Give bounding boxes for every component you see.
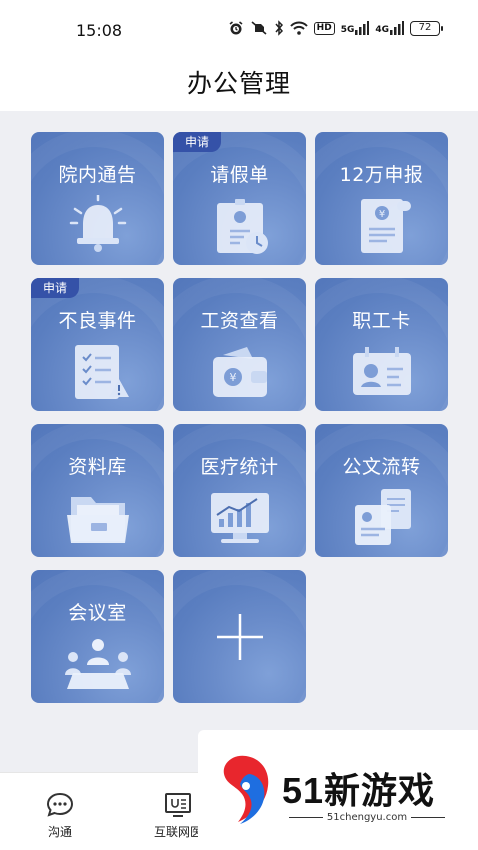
- folder-icon: [66, 497, 129, 543]
- watermark-overlay: 51新游戏 51chengyu.com: [198, 730, 478, 850]
- tile-adverse-event[interactable]: 申请 不良事件: [31, 278, 164, 411]
- nav-item-chat[interactable]: 沟通: [20, 791, 100, 840]
- tile-label: 工资查看: [200, 310, 279, 332]
- tile-staff-card[interactable]: 职工卡: [315, 278, 448, 411]
- status-icons: HD 5G 4G 72: [228, 20, 443, 36]
- mute-vibrate-icon: [251, 21, 267, 35]
- nav-label: 沟通: [47, 825, 72, 839]
- status-time: 15:08: [76, 21, 123, 40]
- id-card-icon: [352, 347, 411, 395]
- page-title: 办公管理: [186, 69, 291, 98]
- tile-announcement[interactable]: 院内通告: [31, 132, 164, 265]
- tile-document-flow[interactable]: 公文流转: [315, 424, 448, 557]
- chat-bubble-icon: [46, 792, 74, 817]
- leave-form-icon: [216, 199, 268, 254]
- tile-library[interactable]: 资料库: [31, 424, 164, 557]
- brand-logo-icon: [223, 755, 269, 824]
- watermark-brand: 51新游戏: [282, 770, 436, 811]
- apply-badge: 申请: [173, 132, 221, 152]
- tile-salary[interactable]: 工资查看 ¥: [173, 278, 306, 411]
- alarm-icon: [229, 21, 243, 35]
- bell-icon: [69, 195, 126, 252]
- tile-grid: 院内通告 申请 请假单 12万申报 ¥ 申请 不良事件 工资查看 ¥ 职工卡 资…: [0, 111, 478, 772]
- tile-label: 职工卡: [352, 310, 411, 332]
- apply-badge: 申请: [31, 278, 79, 298]
- app-header: 办公管理: [0, 58, 478, 111]
- signal-5g: 5G: [341, 21, 370, 35]
- tile-label: 院内通告: [58, 164, 137, 186]
- svg-text:¥: ¥: [229, 371, 236, 384]
- tile-120k-declaration[interactable]: 12万申报 ¥: [315, 132, 448, 265]
- wallet-icon: ¥: [212, 347, 267, 397]
- tile-label: 会议室: [68, 602, 127, 624]
- status-bar: 15:08 HD 5G 4G 72: [0, 0, 478, 58]
- tile-meeting-room[interactable]: 会议室: [31, 570, 164, 703]
- tile-label: 资料库: [68, 456, 127, 478]
- tile-label: 12万申报: [339, 164, 424, 186]
- signal-bars-icon: [355, 21, 370, 35]
- tile-medical-stats[interactable]: 医疗统计: [173, 424, 306, 557]
- svg-text:¥: ¥: [378, 209, 384, 220]
- money-document-icon: ¥: [360, 199, 411, 253]
- tile-label: 公文流转: [342, 456, 421, 478]
- add-tile-button[interactable]: [173, 570, 306, 703]
- plus-icon: [216, 613, 263, 660]
- documents-icon: [354, 489, 411, 545]
- wifi-icon: [289, 21, 308, 35]
- tile-label: 医疗统计: [200, 456, 279, 478]
- bluetooth-icon: [275, 20, 283, 36]
- watermark-url: 51chengyu.com: [282, 812, 452, 823]
- tile-leave-request[interactable]: 申请 请假单: [173, 132, 306, 265]
- signal-4g: 4G: [375, 21, 404, 35]
- tile-label: 请假单: [210, 164, 269, 186]
- monitor-stethoscope-icon: [165, 793, 191, 817]
- battery-icon: 72: [410, 20, 443, 36]
- signal-bars-icon: [390, 21, 404, 35]
- monitor-chart-icon: [210, 493, 269, 543]
- checklist-warning-icon: [74, 345, 129, 399]
- tile-label: 不良事件: [58, 310, 137, 332]
- meeting-icon: [64, 639, 131, 689]
- hd-indicator: HD: [313, 21, 335, 35]
